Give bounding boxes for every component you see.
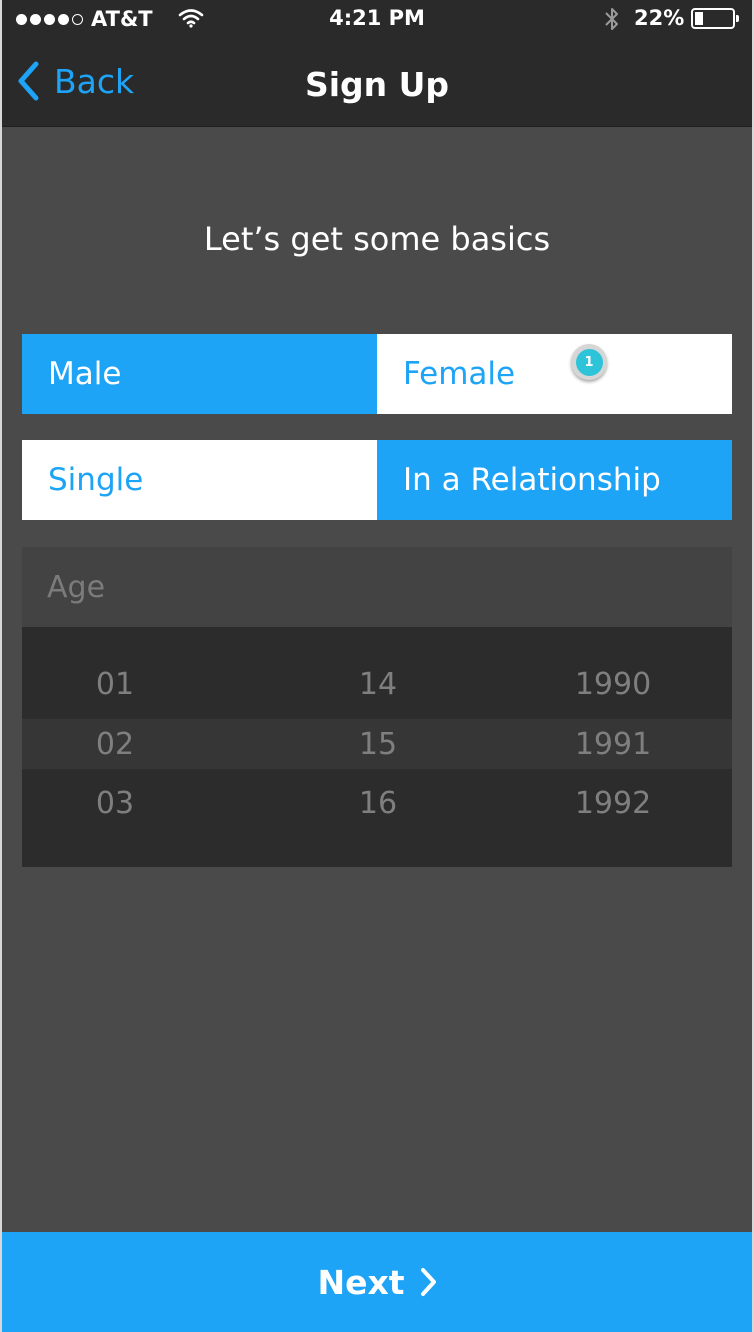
gender-option-female[interactable]: Female 1 (377, 334, 732, 414)
nav-bar: Back Sign Up (0, 38, 754, 127)
page-title: Sign Up (304, 65, 450, 104)
age-label: Age (22, 547, 732, 627)
age-picker[interactable]: 01 14 1990 02 15 1991 03 16 1992 (22, 627, 732, 867)
gender-option-male[interactable]: Male (22, 334, 377, 414)
battery-fill (695, 12, 703, 25)
picker-row: 03 16 1992 (22, 780, 732, 830)
picker-day-cell[interactable]: 15 (318, 727, 438, 762)
relationship-toggle: Single In a Relationship (22, 440, 732, 520)
next-label: Next (317, 1262, 405, 1302)
picker-year-cell[interactable]: 1992 (553, 786, 673, 821)
relationship-option-in-a-relationship[interactable]: In a Relationship (377, 440, 732, 520)
section-heading: Let’s get some basics (203, 220, 551, 258)
relationship-option-label: In a Relationship (403, 462, 661, 498)
picker-month-cell[interactable]: 03 (55, 786, 175, 821)
picker-day-cell[interactable]: 14 (318, 667, 438, 702)
picker-year-cell[interactable]: 1990 (553, 667, 673, 702)
gender-option-label: Male (48, 356, 122, 392)
next-chevron-icon (420, 1268, 436, 1296)
picker-day-cell[interactable]: 16 (318, 786, 438, 821)
picker-month-cell[interactable]: 01 (55, 667, 175, 702)
frame-edge-left (0, 0, 2, 1332)
relationship-option-single[interactable]: Single (22, 440, 377, 520)
gender-option-label: Female (403, 356, 516, 392)
battery-icon (691, 8, 739, 29)
picker-row: 01 14 1990 (22, 661, 732, 711)
picker-month-cell[interactable]: 02 (55, 727, 175, 762)
bluetooth-icon (602, 6, 622, 37)
status-bar: AT&T 4:21 PM 22% (0, 0, 754, 38)
badge-count: 1 (575, 348, 603, 376)
battery-nub (736, 15, 739, 22)
picker-year-cell[interactable]: 1991 (553, 727, 673, 762)
gender-toggle: Male Female 1 (22, 334, 732, 414)
picker-row-selected: 02 15 1991 (22, 721, 732, 771)
battery-percent: 22% (634, 6, 685, 30)
next-button[interactable]: Next (0, 1232, 754, 1332)
relationship-option-label: Single (48, 462, 144, 498)
notification-badge: 1 (571, 344, 607, 380)
